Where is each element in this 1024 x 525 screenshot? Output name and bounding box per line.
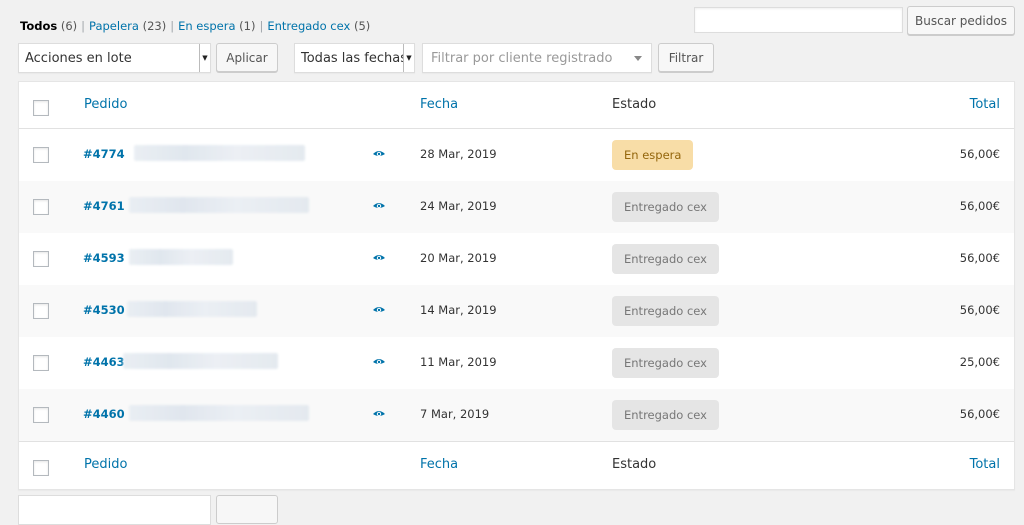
apply-button-bottom[interactable] <box>216 495 278 524</box>
redacted-customer-name <box>134 145 305 161</box>
status-badge: En espera <box>612 140 694 170</box>
order-total: 25,00€ <box>959 355 1000 369</box>
separator: | <box>81 19 86 33</box>
order-link[interactable]: #4463 <box>83 355 125 369</box>
search-orders-button[interactable]: Buscar pedidos <box>907 6 1015 35</box>
chevron-down-icon: ▼ <box>199 44 210 72</box>
row-checkbox[interactable] <box>33 147 49 163</box>
status-filter-links: Todos (6) | Papelera (23) | En espera (1) | En… <box>20 19 370 33</box>
select-all-checkbox[interactable] <box>33 100 49 116</box>
eye-icon[interactable] <box>372 199 386 213</box>
order-date: 7 Mar, 2019 <box>420 407 490 421</box>
order-total: 56,00€ <box>959 407 1000 421</box>
bulk-actions-select-bottom[interactable] <box>18 495 211 525</box>
column-status-footer: Estado <box>612 457 657 472</box>
redacted-customer-name <box>129 197 309 213</box>
order-link[interactable]: #4774 <box>83 147 125 161</box>
order-total: 56,00€ <box>959 199 1000 213</box>
filter-button[interactable]: Filtrar <box>658 43 714 72</box>
order-total: 56,00€ <box>959 303 1000 317</box>
order-date: 20 Mar, 2019 <box>420 251 497 265</box>
redacted-customer-name <box>123 353 278 369</box>
search-orders-input[interactable] <box>694 7 903 33</box>
row-checkbox[interactable] <box>33 251 49 267</box>
customer-filter-placeholder: Filtrar por cliente registrado <box>431 50 613 66</box>
order-date: 14 Mar, 2019 <box>420 303 497 317</box>
status-badge: Entregado cex <box>612 296 719 326</box>
order-total: 56,00€ <box>959 147 1000 161</box>
apply-button[interactable]: Aplicar <box>216 43 278 72</box>
row-checkbox[interactable] <box>33 355 49 371</box>
column-total-sort-footer[interactable]: Total <box>970 457 1000 472</box>
column-date-sort[interactable]: Fecha <box>420 97 458 112</box>
order-date: 28 Mar, 2019 <box>420 147 497 161</box>
chevron-down-icon: ▼ <box>403 44 414 72</box>
table-row: #4530 14 Mar, 2019 Entregado cex 56,00€ <box>19 285 1014 337</box>
table-row: #4774 28 Mar, 2019 En espera 56,00€ <box>19 129 1014 181</box>
bulk-actions-select[interactable]: Acciones en lote ▼ <box>18 43 211 73</box>
status-badge: Entregado cex <box>612 244 719 274</box>
row-checkbox[interactable] <box>33 199 49 215</box>
order-date: 24 Mar, 2019 <box>420 199 497 213</box>
separator: | <box>259 19 264 33</box>
table-row: #4463 11 Mar, 2019 Entregado cex 25,00€ <box>19 337 1014 389</box>
order-link[interactable]: #4460 <box>83 407 125 421</box>
column-total-sort[interactable]: Total <box>970 97 1000 112</box>
customer-filter-select[interactable]: Filtrar por cliente registrado <box>422 43 652 73</box>
table-footer: Pedido Fecha Estado Total <box>19 441 1014 489</box>
row-checkbox[interactable] <box>33 303 49 319</box>
status-badge: Entregado cex <box>612 348 719 378</box>
table-row: #4460 7 Mar, 2019 Entregado cex 56,00€ <box>19 389 1014 441</box>
column-order-sort-footer[interactable]: Pedido <box>84 457 127 472</box>
orders-table: Pedido Fecha Estado Total #4774 28 Mar, … <box>18 81 1015 490</box>
eye-icon[interactable] <box>372 251 386 265</box>
order-date: 11 Mar, 2019 <box>420 355 497 369</box>
column-status: Estado <box>612 97 657 112</box>
date-filter-select[interactable]: Todas las fechas ▼ <box>294 43 415 73</box>
table-row: #4593 20 Mar, 2019 Entregado cex 56,00€ <box>19 233 1014 285</box>
order-link[interactable]: #4761 <box>83 199 125 213</box>
order-link[interactable]: #4530 <box>83 303 125 317</box>
eye-icon[interactable] <box>372 303 386 317</box>
status-badge: Entregado cex <box>612 192 719 222</box>
date-filter-value: Todas las fechas <box>301 50 407 66</box>
status-filter-on-hold[interactable]: En espera (1) <box>178 19 255 33</box>
chevron-down-icon <box>634 56 642 61</box>
row-checkbox[interactable] <box>33 407 49 423</box>
bulk-actions-value: Acciones en lote <box>25 50 132 66</box>
eye-icon[interactable] <box>372 147 386 161</box>
status-filter-all[interactable]: Todos (6) <box>20 19 77 33</box>
redacted-customer-name <box>129 249 233 265</box>
column-order-sort[interactable]: Pedido <box>84 97 127 112</box>
column-date-sort-footer[interactable]: Fecha <box>420 457 458 472</box>
redacted-customer-name <box>129 405 309 421</box>
eye-icon[interactable] <box>372 407 386 421</box>
separator: | <box>170 19 175 33</box>
order-link[interactable]: #4593 <box>83 251 125 265</box>
status-filter-trash[interactable]: Papelera (23) <box>89 19 166 33</box>
status-badge: Entregado cex <box>612 400 719 430</box>
table-row: #4761 24 Mar, 2019 Entregado cex 56,00€ <box>19 181 1014 233</box>
status-filter-delivered[interactable]: Entregado cex (5) <box>267 19 370 33</box>
table-header: Pedido Fecha Estado Total <box>19 82 1014 129</box>
redacted-customer-name <box>127 301 257 317</box>
order-total: 56,00€ <box>959 251 1000 265</box>
select-all-checkbox-footer[interactable] <box>33 460 49 476</box>
eye-icon[interactable] <box>372 355 386 369</box>
